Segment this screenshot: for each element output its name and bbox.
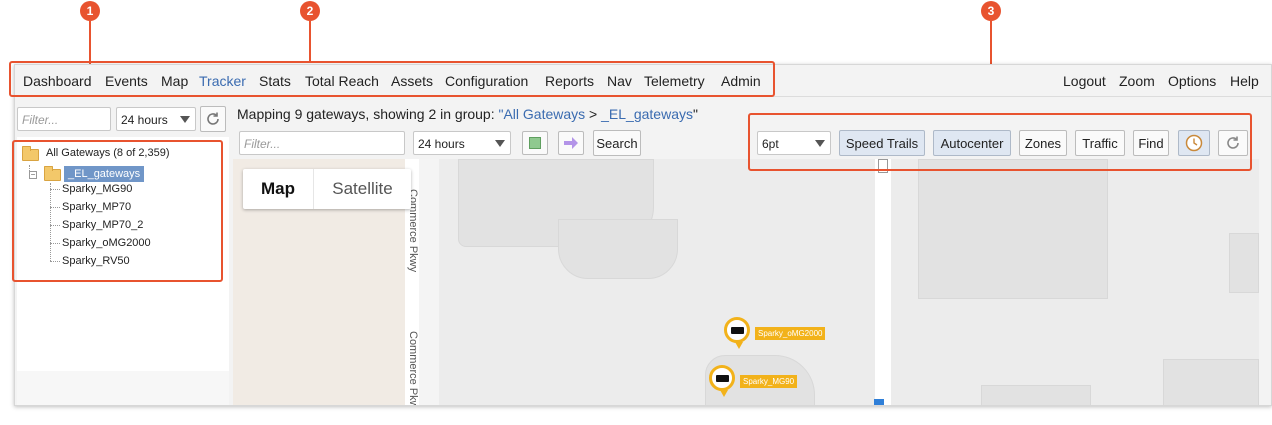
map-filter-input[interactable]: Filter... <box>239 131 405 155</box>
map-building <box>1163 359 1259 405</box>
annotation-line-2 <box>309 21 311 62</box>
map-time-select-value: 24 hours <box>418 137 465 151</box>
annotation-badge-3: 3 <box>981 1 1001 21</box>
mapping-summary-text: Mapping 9 gateways, showing 2 in group: <box>237 106 499 122</box>
gateway-device-icon <box>716 375 729 382</box>
menu-options[interactable]: Options <box>1168 73 1216 89</box>
stop-button[interactable] <box>522 131 548 155</box>
annotation-badge-1: 1 <box>80 1 100 21</box>
map-canvas[interactable]: Commerce Pkwy Commerce Pkw Map Satellite… <box>233 159 1259 406</box>
map-building <box>918 159 1108 299</box>
menu-help[interactable]: Help <box>1230 73 1259 89</box>
gateway-marker-mg90[interactable] <box>709 365 735 397</box>
refresh-icon <box>207 112 219 125</box>
annotation-box-1 <box>12 140 223 282</box>
annotation-badge-2: 2 <box>300 1 320 21</box>
breadcrumb-all-gateways-link[interactable]: "All Gateways <box>499 106 586 122</box>
mapping-summary: Mapping 9 gateways, showing 2 in group: … <box>237 106 698 122</box>
breadcrumb-close-quote: " <box>692 106 698 122</box>
map-road-shoulder <box>419 159 439 405</box>
chevron-down-icon <box>180 116 190 123</box>
stop-square-icon <box>529 137 541 149</box>
marker-label-omg2000[interactable]: Sparky_oMG2000 <box>755 327 826 340</box>
breadcrumb-separator: > <box>585 106 602 122</box>
annotation-box-2 <box>9 61 775 97</box>
arrow-right-icon <box>564 137 578 149</box>
breadcrumb-group-link[interactable]: _EL_gateways <box>601 106 693 122</box>
road-label-commerce-pkw: Commerce Pkw <box>407 331 419 406</box>
left-panel-footer <box>17 371 229 405</box>
satellite-view-button[interactable]: Satellite <box>313 169 411 209</box>
tree-time-select-value: 24 hours <box>121 113 168 127</box>
menu-logout[interactable]: Logout <box>1063 73 1106 89</box>
map-type-toggle: Map Satellite <box>243 169 411 209</box>
tree-filter-input[interactable]: Filter... <box>17 107 111 131</box>
annotation-box-3 <box>748 113 1252 171</box>
tree-refresh-button[interactable] <box>200 106 226 132</box>
gateway-marker-omg2000[interactable] <box>724 317 750 349</box>
map-view-button[interactable]: Map <box>243 169 313 209</box>
map-time-select[interactable]: 24 hours <box>413 131 511 155</box>
map-building <box>558 219 678 279</box>
tree-time-select[interactable]: 24 hours <box>116 107 196 131</box>
marker-label-mg90[interactable]: Sparky_MG90 <box>740 375 798 388</box>
gateway-device-icon <box>731 327 744 334</box>
menu-zoom[interactable]: Zoom <box>1119 73 1155 89</box>
map-building <box>1229 233 1259 293</box>
transit-icon <box>874 399 884 405</box>
right-scrollbar-track[interactable] <box>1260 159 1271 405</box>
screenshot-canvas: 1 2 3 Dashboard Events Map Tracker Stats… <box>0 0 1272 425</box>
map-road <box>875 159 891 405</box>
map-building <box>981 385 1091 405</box>
play-button[interactable] <box>558 131 584 155</box>
chevron-down-icon <box>495 140 505 147</box>
search-button[interactable]: Search <box>593 130 641 156</box>
